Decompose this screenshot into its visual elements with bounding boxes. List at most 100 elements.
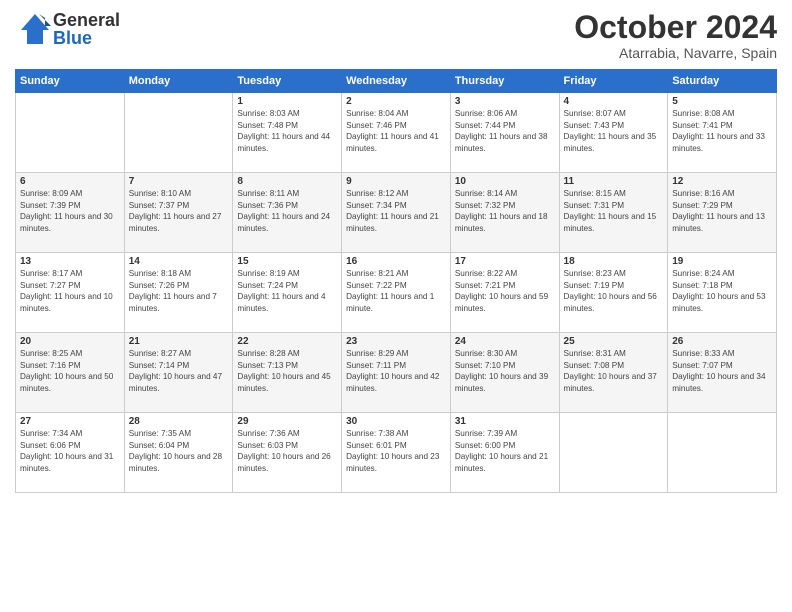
day-cell: 30Sunrise: 7:38 AM Sunset: 6:01 PM Dayli… [342,413,451,493]
day-number: 20 [20,336,120,347]
day-cell [668,413,777,493]
day-info: Sunrise: 8:10 AM Sunset: 7:37 PM Dayligh… [129,188,229,234]
day-number: 14 [129,256,229,267]
day-number: 7 [129,176,229,187]
day-number: 8 [237,176,337,187]
day-cell: 3Sunrise: 8:06 AM Sunset: 7:44 PM Daylig… [450,93,559,173]
day-cell: 17Sunrise: 8:22 AM Sunset: 7:21 PM Dayli… [450,253,559,333]
week-row-2: 6Sunrise: 8:09 AM Sunset: 7:39 PM Daylig… [16,173,777,253]
column-header-sunday: Sunday [16,70,125,93]
day-cell: 19Sunrise: 8:24 AM Sunset: 7:18 PM Dayli… [668,253,777,333]
day-number: 1 [237,96,337,107]
day-info: Sunrise: 8:24 AM Sunset: 7:18 PM Dayligh… [672,268,772,314]
day-info: Sunrise: 8:11 AM Sunset: 7:36 PM Dayligh… [237,188,337,234]
logo-text: General Blue [53,11,120,47]
day-number: 21 [129,336,229,347]
day-info: Sunrise: 8:04 AM Sunset: 7:46 PM Dayligh… [346,108,446,154]
day-number: 30 [346,416,446,427]
calendar-page: General Blue October 2024 Atarrabia, Nav… [0,0,792,612]
logo-icon [15,10,53,48]
day-cell: 2Sunrise: 8:04 AM Sunset: 7:46 PM Daylig… [342,93,451,173]
day-cell: 15Sunrise: 8:19 AM Sunset: 7:24 PM Dayli… [233,253,342,333]
day-info: Sunrise: 8:03 AM Sunset: 7:48 PM Dayligh… [237,108,337,154]
day-info: Sunrise: 8:21 AM Sunset: 7:22 PM Dayligh… [346,268,446,314]
day-cell: 12Sunrise: 8:16 AM Sunset: 7:29 PM Dayli… [668,173,777,253]
day-number: 18 [564,256,664,267]
day-number: 2 [346,96,446,107]
day-info: Sunrise: 8:06 AM Sunset: 7:44 PM Dayligh… [455,108,555,154]
day-info: Sunrise: 7:35 AM Sunset: 6:04 PM Dayligh… [129,428,229,474]
week-row-4: 20Sunrise: 8:25 AM Sunset: 7:16 PM Dayli… [16,333,777,413]
day-cell: 21Sunrise: 8:27 AM Sunset: 7:14 PM Dayli… [124,333,233,413]
day-number: 5 [672,96,772,107]
day-cell [124,93,233,173]
day-cell: 10Sunrise: 8:14 AM Sunset: 7:32 PM Dayli… [450,173,559,253]
day-number: 6 [20,176,120,187]
day-number: 28 [129,416,229,427]
day-cell: 28Sunrise: 7:35 AM Sunset: 6:04 PM Dayli… [124,413,233,493]
day-cell: 24Sunrise: 8:30 AM Sunset: 7:10 PM Dayli… [450,333,559,413]
day-cell: 18Sunrise: 8:23 AM Sunset: 7:19 PM Dayli… [559,253,668,333]
day-info: Sunrise: 8:25 AM Sunset: 7:16 PM Dayligh… [20,348,120,394]
day-info: Sunrise: 7:38 AM Sunset: 6:01 PM Dayligh… [346,428,446,474]
day-info: Sunrise: 8:29 AM Sunset: 7:11 PM Dayligh… [346,348,446,394]
day-cell: 20Sunrise: 8:25 AM Sunset: 7:16 PM Dayli… [16,333,125,413]
day-cell: 5Sunrise: 8:08 AM Sunset: 7:41 PM Daylig… [668,93,777,173]
day-info: Sunrise: 8:08 AM Sunset: 7:41 PM Dayligh… [672,108,772,154]
day-number: 12 [672,176,772,187]
day-info: Sunrise: 8:23 AM Sunset: 7:19 PM Dayligh… [564,268,664,314]
day-cell: 1Sunrise: 8:03 AM Sunset: 7:48 PM Daylig… [233,93,342,173]
day-number: 31 [455,416,555,427]
day-info: Sunrise: 8:12 AM Sunset: 7:34 PM Dayligh… [346,188,446,234]
day-info: Sunrise: 8:22 AM Sunset: 7:21 PM Dayligh… [455,268,555,314]
day-info: Sunrise: 8:09 AM Sunset: 7:39 PM Dayligh… [20,188,120,234]
day-number: 16 [346,256,446,267]
header-row: SundayMondayTuesdayWednesdayThursdayFrid… [16,70,777,93]
day-cell: 31Sunrise: 7:39 AM Sunset: 6:00 PM Dayli… [450,413,559,493]
day-cell: 29Sunrise: 7:36 AM Sunset: 6:03 PM Dayli… [233,413,342,493]
day-info: Sunrise: 8:16 AM Sunset: 7:29 PM Dayligh… [672,188,772,234]
day-cell: 13Sunrise: 8:17 AM Sunset: 7:27 PM Dayli… [16,253,125,333]
day-cell: 4Sunrise: 8:07 AM Sunset: 7:43 PM Daylig… [559,93,668,173]
day-number: 11 [564,176,664,187]
day-number: 23 [346,336,446,347]
day-info: Sunrise: 8:19 AM Sunset: 7:24 PM Dayligh… [237,268,337,314]
week-row-5: 27Sunrise: 7:34 AM Sunset: 6:06 PM Dayli… [16,413,777,493]
day-cell: 11Sunrise: 8:15 AM Sunset: 7:31 PM Dayli… [559,173,668,253]
day-cell: 9Sunrise: 8:12 AM Sunset: 7:34 PM Daylig… [342,173,451,253]
column-header-saturday: Saturday [668,70,777,93]
day-number: 19 [672,256,772,267]
column-header-monday: Monday [124,70,233,93]
day-info: Sunrise: 7:36 AM Sunset: 6:03 PM Dayligh… [237,428,337,474]
day-info: Sunrise: 8:30 AM Sunset: 7:10 PM Dayligh… [455,348,555,394]
calendar-table: SundayMondayTuesdayWednesdayThursdayFrid… [15,69,777,493]
day-info: Sunrise: 8:33 AM Sunset: 7:07 PM Dayligh… [672,348,772,394]
day-info: Sunrise: 8:07 AM Sunset: 7:43 PM Dayligh… [564,108,664,154]
day-info: Sunrise: 8:17 AM Sunset: 7:27 PM Dayligh… [20,268,120,314]
day-cell: 14Sunrise: 8:18 AM Sunset: 7:26 PM Dayli… [124,253,233,333]
day-number: 27 [20,416,120,427]
day-cell [16,93,125,173]
column-header-wednesday: Wednesday [342,70,451,93]
month-title: October 2024 [574,10,777,45]
logo-general: General [53,11,120,29]
day-info: Sunrise: 8:15 AM Sunset: 7:31 PM Dayligh… [564,188,664,234]
day-number: 9 [346,176,446,187]
day-info: Sunrise: 8:31 AM Sunset: 7:08 PM Dayligh… [564,348,664,394]
column-header-thursday: Thursday [450,70,559,93]
day-number: 17 [455,256,555,267]
week-row-3: 13Sunrise: 8:17 AM Sunset: 7:27 PM Dayli… [16,253,777,333]
logo: General Blue [15,10,120,48]
day-info: Sunrise: 8:18 AM Sunset: 7:26 PM Dayligh… [129,268,229,314]
week-row-1: 1Sunrise: 8:03 AM Sunset: 7:48 PM Daylig… [16,93,777,173]
day-cell [559,413,668,493]
day-number: 25 [564,336,664,347]
column-header-tuesday: Tuesday [233,70,342,93]
day-info: Sunrise: 7:39 AM Sunset: 6:00 PM Dayligh… [455,428,555,474]
day-cell: 25Sunrise: 8:31 AM Sunset: 7:08 PM Dayli… [559,333,668,413]
day-cell: 7Sunrise: 8:10 AM Sunset: 7:37 PM Daylig… [124,173,233,253]
day-number: 29 [237,416,337,427]
column-header-friday: Friday [559,70,668,93]
day-number: 22 [237,336,337,347]
day-cell: 23Sunrise: 8:29 AM Sunset: 7:11 PM Dayli… [342,333,451,413]
